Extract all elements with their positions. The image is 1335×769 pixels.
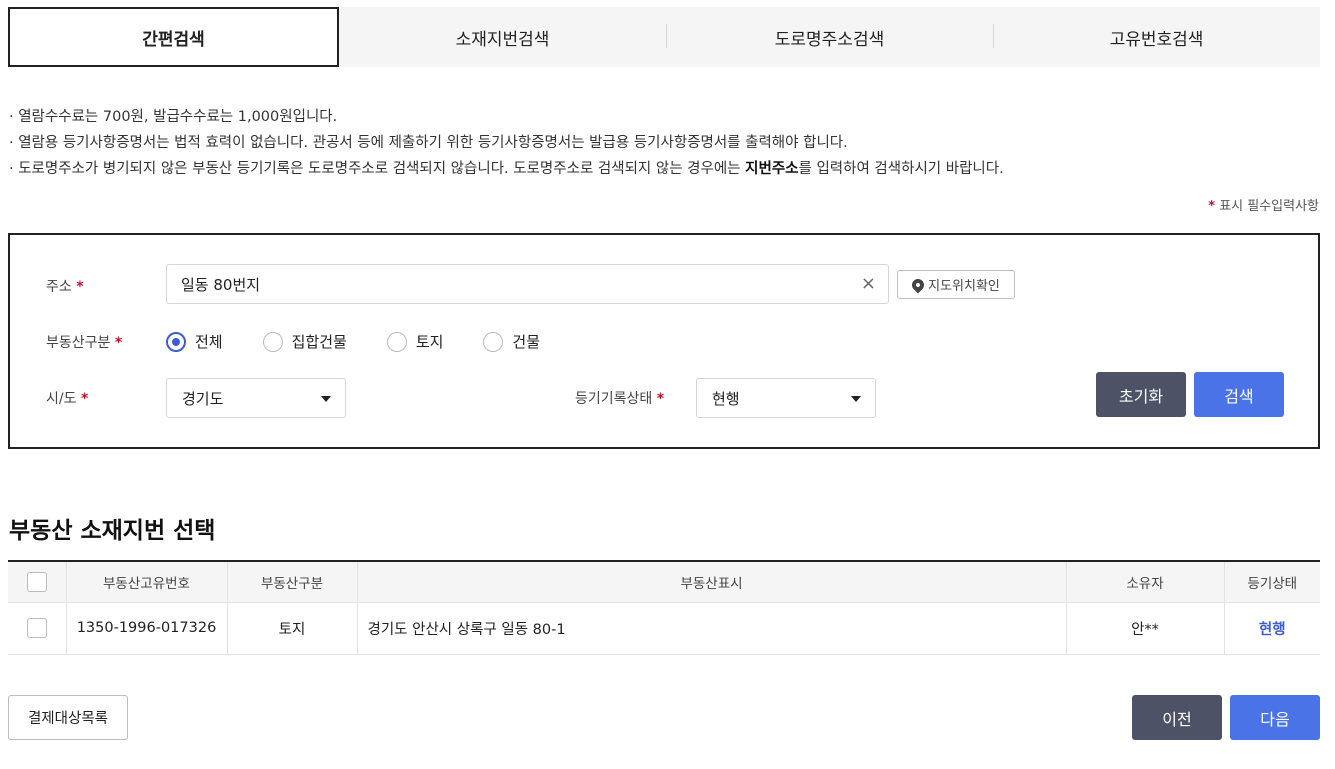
sido-select-value: 경기도 [182,389,224,408]
select-all-checkbox[interactable] [26,571,47,592]
property-address-cell: 경기도 안산시 상록구 일동 80-1 [356,602,1066,655]
result-table: 부동산고유번호 부동산구분 부동산표시 소유자 등기상태 1350-1996-0… [8,560,1320,655]
column-header: 부동산표시 [356,561,1066,603]
property-type-label-text: 부동산구분 [46,335,111,351]
radio-building[interactable]: 건물 [483,331,540,352]
record-status-select-value: 현행 [712,389,740,408]
required-field-note: * 표시 필수입력사항 [1208,195,1319,214]
clear-icon[interactable]: × [861,273,876,294]
chevron-down-icon [321,396,331,402]
property-type-cell: 토지 [226,602,357,655]
row-checkbox[interactable] [26,618,47,638]
sido-select[interactable]: 경기도 [166,378,346,418]
required-star: * [656,391,665,407]
radio-all[interactable]: 전체 [166,331,223,352]
payment-list-button[interactable]: 결제대상목록 [8,695,128,740]
required-note-text: 표시 필수입력사항 [1219,199,1319,214]
owner-cell: 안** [1065,602,1224,655]
note-line-3-text: · 도로명주소가 병기되지 않은 부동산 등기기록은 도로명주소로 검색되지 않… [9,161,746,177]
tab-simple-search[interactable]: 간편검색 [8,7,339,67]
radio-label: 전체 [195,333,223,351]
radio-button[interactable] [386,331,407,352]
sido-label: 시/도 * [46,388,88,408]
column-header: 등기상태 [1223,561,1320,603]
required-star: * [80,391,89,407]
column-header: 부동산고유번호 [65,561,227,603]
search-tabs: 간편검색 소재지번검색 도로명주소검색 고유번호검색 [8,7,1320,67]
reset-button[interactable]: 초기화 [1096,372,1186,417]
note-line-3: · 도로명주소가 병기되지 않은 부동산 등기기록은 도로명주소로 검색되지 않… [9,156,1004,182]
next-button[interactable]: 다음 [1230,695,1320,740]
select-all-header [8,561,66,603]
table-row[interactable]: 1350-1996-017326 토지 경기도 안산시 상록구 일동 80-1 … [8,602,1320,655]
map-location-label: 지도위치확인 [928,279,1000,294]
map-location-button[interactable]: 지도위치확인 [897,270,1015,299]
radio-button[interactable] [166,331,186,352]
property-id-cell: 1350-1996-017326 [65,602,227,655]
radio-button[interactable] [483,331,504,352]
radio-collective-building[interactable]: 집합건물 [262,331,347,352]
map-pin-icon [909,276,927,293]
previous-button[interactable]: 이전 [1132,695,1222,740]
search-button[interactable]: 검색 [1194,372,1284,417]
required-star: * [1208,199,1216,214]
record-status-label-text: 등기기록상태 [575,391,653,407]
record-status-label: 등기기록상태 * [575,388,664,408]
note-line-2: · 열람용 등기사항증명서는 법적 효력이 없습니다. 관공서 등에 제출하기 … [9,135,848,151]
radio-label: 건물 [512,333,541,351]
sido-label-text: 시/도 [46,391,77,407]
radio-button[interactable] [262,331,283,352]
property-type-radio-group: 전체 집합건물 토지 건물 [166,331,580,352]
fee-notes: · 열람수수료는 700원, 발급수수료는 1,000원입니다. · 열람용 등… [9,104,1004,182]
tab-lot-search[interactable]: 소재지번검색 [339,7,666,67]
column-header: 소유자 [1065,561,1224,603]
radio-label: 토지 [415,333,444,351]
address-label: 주소 * [46,276,84,296]
tab-road-address-search[interactable]: 도로명주소검색 [666,7,993,67]
required-star: * [76,279,84,295]
address-input-value: 일동 80번지 [181,275,261,294]
result-section-title: 부동산 소재지번 선택 [9,518,216,544]
row-checkbox-cell [8,602,66,655]
column-header: 부동산구분 [226,561,357,603]
property-type-label: 부동산구분 * [46,332,122,352]
required-star: * [114,335,123,351]
tab-unique-number-search[interactable]: 고유번호검색 [993,7,1320,67]
radio-land[interactable]: 토지 [386,331,444,352]
search-panel: 주소 * 일동 80번지 × 지도위치확인 부동산구분 * 전체 집합건물 토지… [8,233,1320,449]
note-line-1: · 열람수수료는 700원, 발급수수료는 1,000원입니다. [9,109,338,125]
record-status-select[interactable]: 현행 [696,378,876,418]
address-input[interactable]: 일동 80번지 × [166,264,889,304]
address-label-text: 주소 [46,279,72,295]
note-line-3-tail: 를 입력하여 검색하시기 바랍니다. [798,161,1004,177]
chevron-down-icon [851,396,861,402]
note-line-3-bold: 지번주소 [745,161,799,177]
table-header-row: 부동산고유번호 부동산구분 부동산표시 소유자 등기상태 [8,561,1320,603]
record-status-cell: 현행 [1223,602,1320,655]
radio-label: 집합건물 [291,333,347,351]
